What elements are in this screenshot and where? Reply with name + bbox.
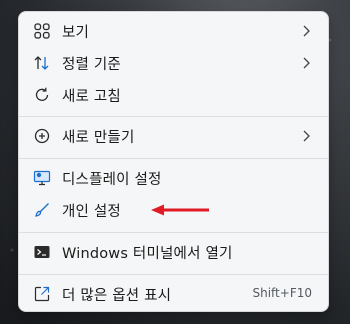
menu-item-label: 더 많은 옵션 표시 [62, 288, 172, 304]
keyboard-shortcut: Shift+F10 [252, 286, 312, 300]
menu-item-personalize[interactable]: 개인 설정 [25, 194, 322, 226]
menu-item-label: 보기 [62, 25, 90, 41]
chevron-right-icon [300, 129, 312, 143]
sort-arrows-icon [33, 54, 51, 72]
menu-item-display-settings[interactable]: 디스플레이 설정 [25, 162, 322, 194]
menu-item-label: 새로 고침 [62, 89, 121, 105]
menu-item-label: Windows 터미널에서 열기 [62, 246, 233, 262]
menu-item-open-terminal[interactable]: Windows 터미널에서 열기 [25, 236, 322, 268]
menu-separator [19, 274, 328, 275]
menu-item-label: 개인 설정 [62, 204, 121, 220]
brush-icon [33, 201, 51, 219]
new-plus-icon [33, 127, 51, 145]
menu-item-refresh[interactable]: 새로 고침 [25, 79, 322, 111]
menu-separator [19, 158, 328, 159]
chevron-right-icon [300, 56, 312, 70]
menu-separator [19, 232, 328, 233]
annotation-arrow-icon [150, 203, 210, 217]
menu-item-label: 새로 만들기 [62, 130, 135, 146]
menu-item-show-more-options[interactable]: 더 많은 옵션 표시 Shift+F10 [25, 278, 322, 310]
chevron-right-icon [300, 24, 312, 38]
menu-item-view[interactable]: 보기 [25, 15, 322, 47]
view-grid-icon [33, 22, 51, 40]
refresh-icon [33, 86, 51, 104]
menu-item-label: 디스플레이 설정 [62, 172, 162, 188]
terminal-icon [33, 243, 51, 261]
more-options-icon [33, 285, 51, 303]
menu-item-sort[interactable]: 정렬 기준 [25, 47, 322, 79]
menu-item-label: 정렬 기준 [62, 57, 121, 73]
menu-item-new[interactable]: 새로 만들기 [25, 120, 322, 152]
context-menu: 보기 정렬 기준 새로 고침 새로 만들기 디스플레이 설정 개인 설정 Win… [18, 11, 329, 312]
display-icon [33, 169, 51, 187]
menu-separator [19, 116, 328, 117]
